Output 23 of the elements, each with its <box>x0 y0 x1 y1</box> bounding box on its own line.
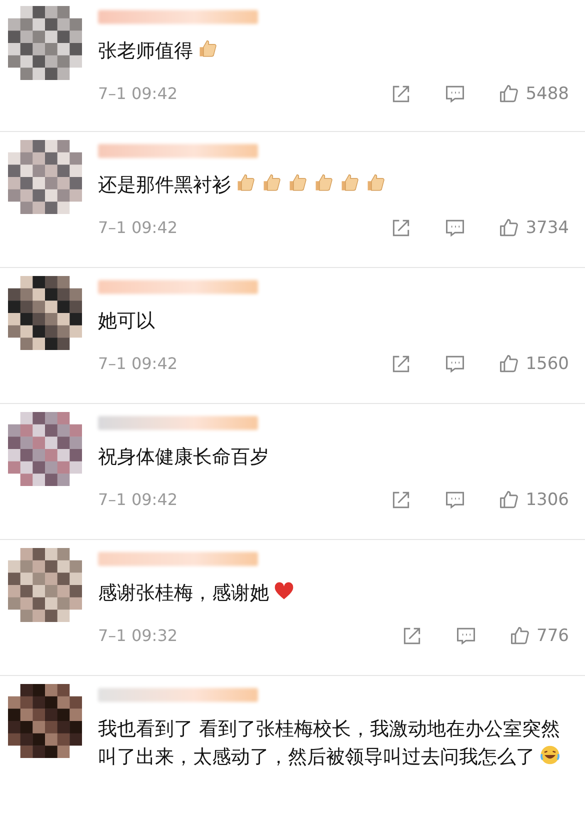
comment-icon[interactable] <box>444 83 466 106</box>
timestamp: 7–1 09:42 <box>98 83 179 106</box>
like-count: 1560 <box>526 352 569 376</box>
like-count: 3734 <box>526 216 569 240</box>
comment-icon[interactable] <box>454 625 477 648</box>
comment-text: 张老师值得 <box>98 38 569 66</box>
comment-text: 还是那件黑衬衫 <box>98 172 569 200</box>
timestamp: 7–1 09:32 <box>98 625 179 648</box>
comment-text: 感谢张桂梅，感谢她 <box>98 580 569 608</box>
timestamp: 7–1 09:42 <box>98 353 179 376</box>
like-count: 1306 <box>526 488 569 512</box>
timestamp: 7–1 09:42 <box>98 489 179 512</box>
comment-icon[interactable] <box>444 217 466 240</box>
comment-icon[interactable] <box>444 489 466 512</box>
like-count: 776 <box>536 624 569 648</box>
heart-icon <box>273 580 295 602</box>
comment-icon[interactable] <box>444 353 466 376</box>
comment-text: 我也看到了 看到了张桂梅校长，我激动地在办公室突然叫了出来，太感动了，然后被领导叫过去问我怎么了 <box>98 717 562 770</box>
laughing-face-icon <box>539 744 561 766</box>
like-count: 5488 <box>526 82 569 106</box>
comment-text: 她可以 <box>98 309 156 334</box>
timestamp: 7–1 09:42 <box>98 217 179 240</box>
comment-text: 祝身体健康长命百岁 <box>98 445 270 470</box>
